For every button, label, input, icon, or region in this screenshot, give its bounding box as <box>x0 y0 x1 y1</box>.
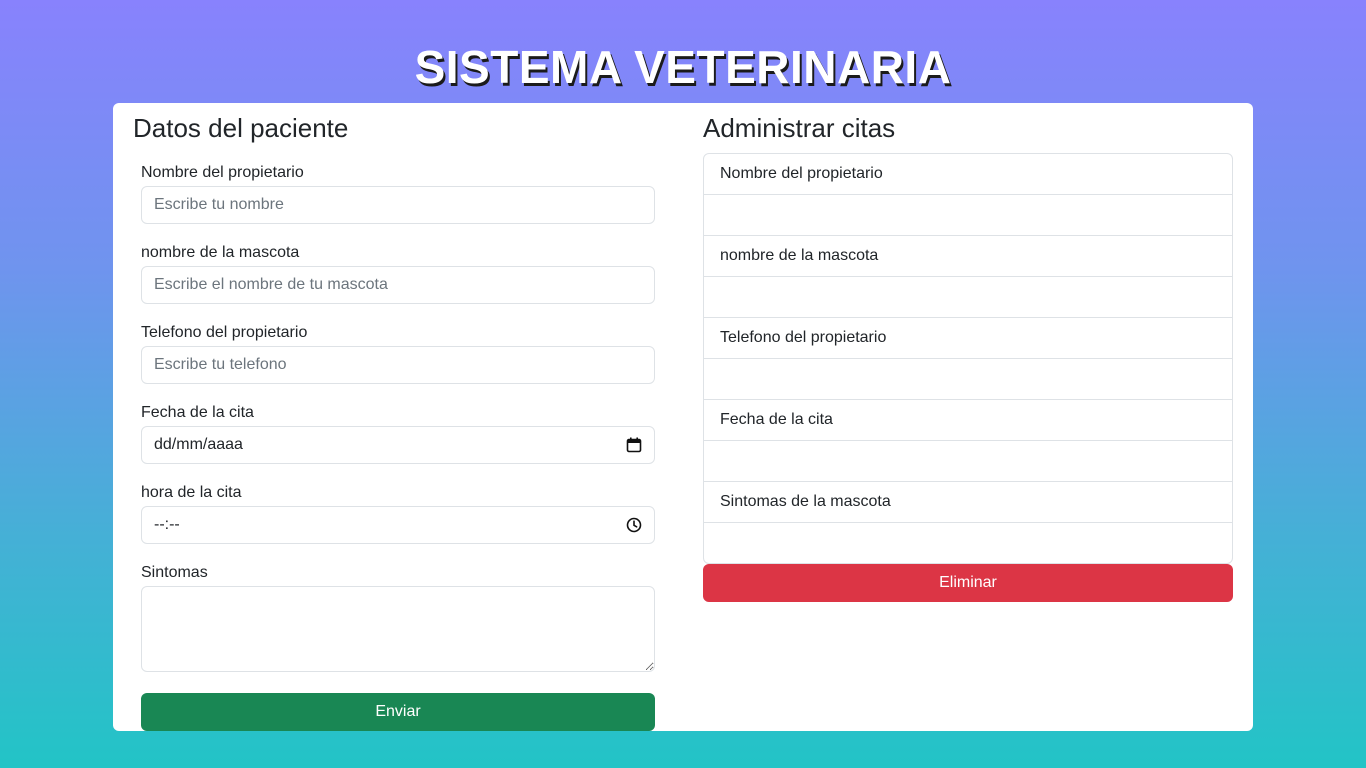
calendar-icon[interactable] <box>626 437 642 453</box>
submit-button[interactable]: Enviar <box>141 693 655 731</box>
phone-input[interactable] <box>141 346 655 384</box>
time-input[interactable]: --:-- <box>141 506 655 544</box>
time-input-value: --:-- <box>154 516 180 533</box>
appointments-heading: Administrar citas <box>703 113 896 143</box>
list-item <box>704 195 1232 236</box>
symptoms-label: Sintomas <box>141 564 208 581</box>
list-item <box>704 277 1232 318</box>
main-card: Datos del paciente Nombre del propietari… <box>113 103 1253 731</box>
clock-icon[interactable] <box>626 517 642 533</box>
phone-label: Telefono del propietario <box>141 324 308 341</box>
appointment-list: Nombre del propietario nombre de la masc… <box>703 153 1233 564</box>
patient-form-section: Datos del paciente Nombre del propietari… <box>133 113 663 731</box>
list-item <box>704 441 1232 482</box>
owner-name-input[interactable] <box>141 186 655 224</box>
pet-name-group: nombre de la mascota <box>141 243 655 304</box>
time-label: hora de la cita <box>141 484 242 501</box>
owner-name-group: Nombre del propietario <box>141 163 655 224</box>
date-input-value: dd/mm/aaaa <box>154 436 243 453</box>
list-item: Telefono del propietario <box>704 318 1232 359</box>
list-item: nombre de la mascota <box>704 236 1232 277</box>
pet-name-input[interactable] <box>141 266 655 304</box>
symptoms-textarea[interactable] <box>141 586 655 672</box>
page-title: SISTEMA VETERINARIA <box>414 41 952 93</box>
time-group: hora de la cita --:-- <box>141 483 655 544</box>
appointments-section: Administrar citas Nombre del propietario… <box>703 113 1233 602</box>
symptoms-group: Sintomas <box>141 563 655 677</box>
delete-button[interactable]: Eliminar <box>703 564 1233 602</box>
list-item <box>704 523 1232 563</box>
list-item: Fecha de la cita <box>704 400 1232 441</box>
pet-name-label: nombre de la mascota <box>141 244 300 261</box>
date-label: Fecha de la cita <box>141 404 254 421</box>
date-group: Fecha de la cita dd/mm/aaaa <box>141 403 655 464</box>
list-item: Nombre del propietario <box>704 154 1232 195</box>
owner-name-label: Nombre del propietario <box>141 164 304 181</box>
phone-group: Telefono del propietario <box>141 323 655 384</box>
list-item: Sintomas de la mascota <box>704 482 1232 523</box>
date-input[interactable]: dd/mm/aaaa <box>141 426 655 464</box>
patient-form: Nombre del propietario nombre de la masc… <box>141 163 655 731</box>
patient-form-heading: Datos del paciente <box>133 113 349 143</box>
list-item <box>704 359 1232 400</box>
